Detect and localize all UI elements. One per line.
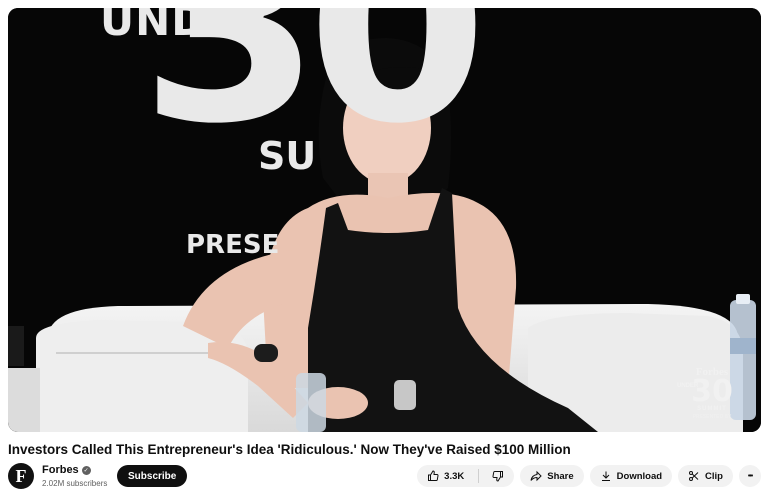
like-button[interactable]: 3.3K bbox=[417, 465, 473, 487]
clip-button[interactable]: Clip bbox=[678, 465, 733, 487]
scissors-icon bbox=[688, 470, 700, 482]
avatar-letter: F bbox=[15, 465, 27, 486]
backdrop-summit-text: SU bbox=[258, 134, 317, 178]
forbes-under30-watermark: Forbes UNDER 30 SUMMIT PRESENTED BY bbox=[677, 366, 747, 420]
share-button[interactable]: Share bbox=[520, 465, 584, 487]
video-title: Investors Called This Entrepreneur's Ide… bbox=[8, 442, 571, 457]
subscriber-count: 2.02M subscribers bbox=[42, 479, 108, 488]
like-dislike-group: 3.3K bbox=[417, 465, 515, 487]
backdrop-under-text: UNDER bbox=[100, 8, 271, 45]
clip-label: Clip bbox=[705, 470, 723, 482]
share-icon bbox=[530, 470, 542, 482]
channel-name[interactable]: Forbes bbox=[42, 464, 79, 476]
channel-action-bar: F Forbes ✓ 2.02M subscribers Subscribe 3… bbox=[8, 462, 761, 492]
share-label: Share bbox=[547, 470, 574, 482]
verified-icon: ✓ bbox=[81, 465, 91, 475]
download-label: Download bbox=[616, 470, 663, 482]
thumbs-up-icon bbox=[427, 470, 439, 482]
like-divider bbox=[478, 469, 480, 483]
subscribe-button[interactable]: Subscribe bbox=[117, 465, 188, 487]
download-icon bbox=[600, 470, 612, 482]
backdrop-presented-text: PRESE bbox=[186, 230, 280, 260]
dislike-button[interactable] bbox=[484, 465, 514, 487]
thumbs-down-icon bbox=[492, 470, 504, 482]
video-player[interactable]: 30 UNDER SU PRESE Forbes UNDER 30 SUMMIT… bbox=[8, 8, 761, 432]
more-icon: ••• bbox=[747, 472, 753, 480]
watermark-under: UNDER bbox=[677, 383, 699, 389]
watermark-presented: PRESENTED BY bbox=[692, 414, 732, 420]
video-actions: 3.3K Share Download Clip ••• bbox=[417, 465, 761, 487]
download-button[interactable]: Download bbox=[589, 465, 673, 487]
like-count: 3.3K bbox=[444, 470, 465, 482]
channel-avatar[interactable]: F bbox=[8, 463, 34, 489]
more-actions-button[interactable]: ••• bbox=[739, 465, 761, 487]
watermark-summit: SUMMIT bbox=[697, 406, 727, 412]
channel-name-group[interactable]: Forbes ✓ bbox=[42, 464, 91, 476]
